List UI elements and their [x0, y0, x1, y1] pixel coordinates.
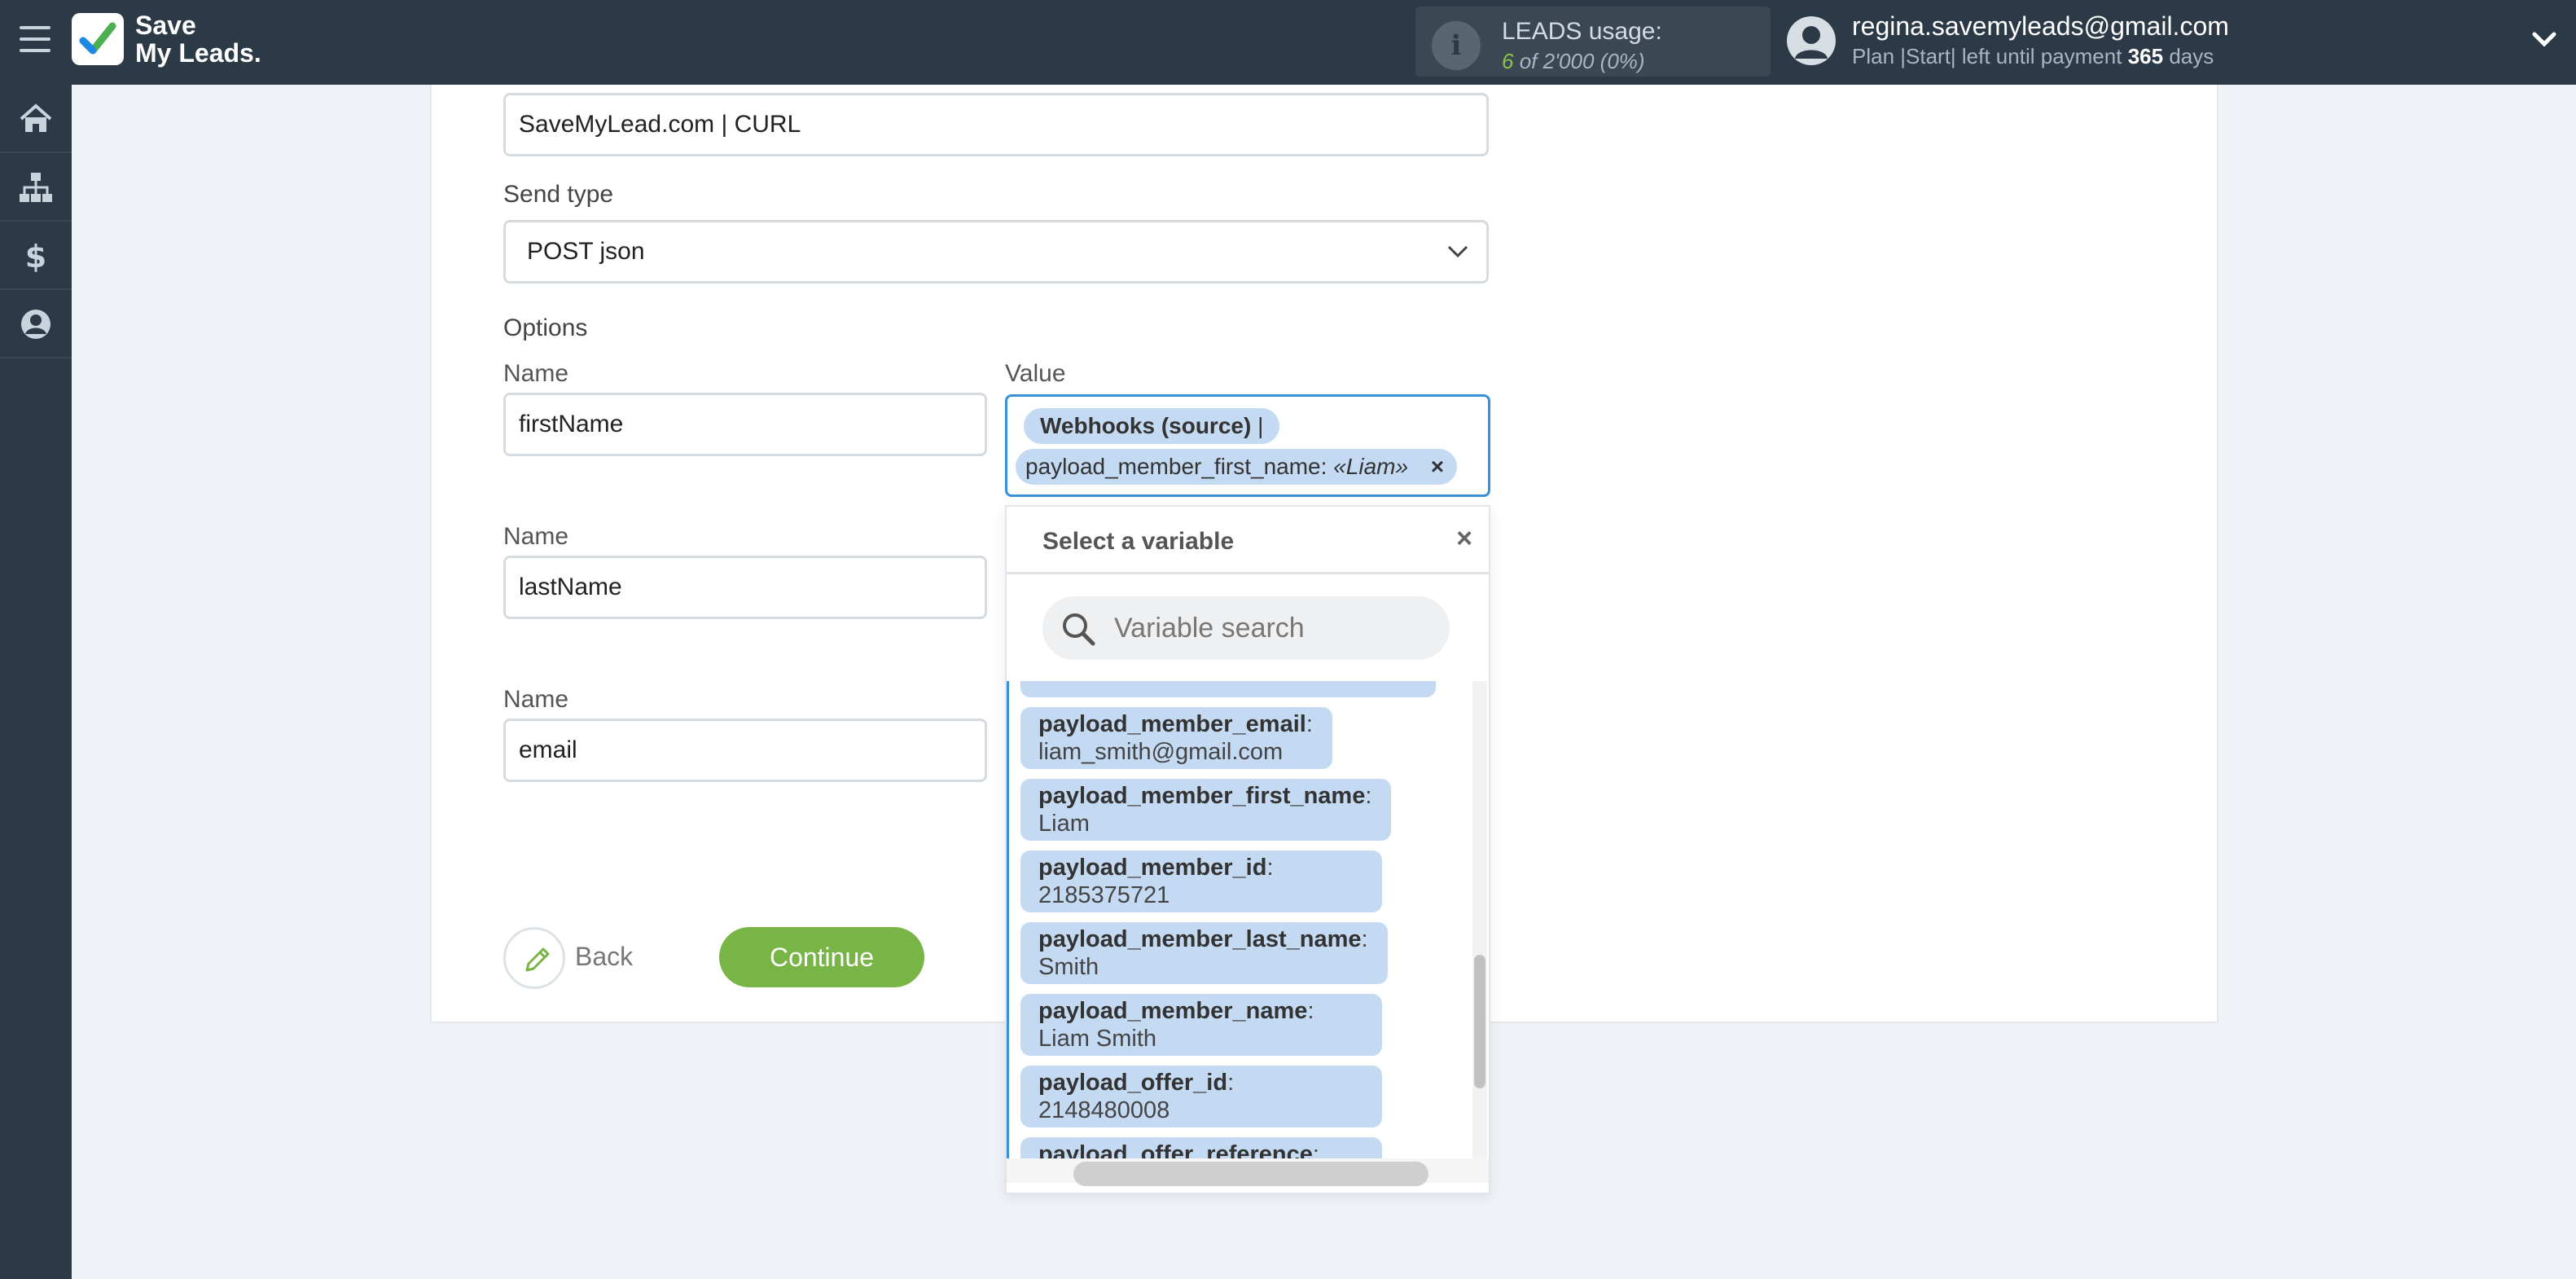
leads-usage-panel: i LEADS usage: 6 of 2'000 (0%) — [1415, 7, 1771, 77]
usage-of: of 2'000 — [1519, 49, 1595, 73]
logo-text[interactable]: Save My Leads. — [135, 11, 261, 67]
option-name-input[interactable]: email — [503, 719, 987, 782]
send-type-value: POST json — [527, 238, 645, 265]
variable-value: Liam Smith — [1038, 1026, 1157, 1052]
list-item[interactable]: payload_member_last_name: Smith — [1020, 922, 1388, 984]
plan-days-unit: days — [2169, 44, 2214, 68]
variable-key: payload_member_email — [1038, 711, 1306, 737]
send-type-select[interactable]: POST json — [503, 220, 1489, 283]
list-item[interactable]: payload_member_id: 2185375721 — [1020, 850, 1382, 912]
user-email[interactable]: regina.savemyleads@gmail.com — [1852, 11, 2229, 42]
variable-value: Liam — [1038, 811, 1090, 837]
back-label[interactable]: Back — [575, 942, 633, 972]
logo-line-2: My Leads. — [135, 38, 261, 68]
avatar-icon[interactable] — [1787, 16, 1836, 65]
value-tag-field-text: payload_member_first_name: — [1025, 454, 1327, 479]
menu-icon[interactable] — [20, 26, 50, 52]
variable-key: payload_offer_id — [1038, 1070, 1228, 1096]
usage-percent: (0%) — [1600, 49, 1645, 73]
option-name-input[interactable]: lastName — [503, 556, 987, 619]
list-item[interactable]: payload_offer_reference: — [1020, 1137, 1382, 1158]
close-icon[interactable]: × — [1456, 523, 1472, 555]
variable-value: 2185375721 — [1038, 882, 1170, 908]
connection-title-input[interactable]: SaveMyLead.com | CURL — [503, 93, 1489, 156]
name-label: Name — [503, 686, 569, 713]
send-type-label: Send type — [503, 181, 614, 208]
account-icon — [21, 310, 50, 339]
options-label: Options — [503, 314, 588, 341]
top-bar: Save My Leads. i LEADS usage: 6 of 2'000… — [0, 0, 2576, 85]
variable-search-input[interactable] — [1114, 596, 1440, 660]
value-tag-separator: | — [1257, 413, 1264, 438]
variable-value: liam_smith@gmail.com — [1038, 739, 1284, 765]
sidebar-item-home[interactable] — [0, 85, 72, 153]
variable-key: payload_member_id — [1038, 855, 1267, 881]
list-item[interactable]: payload_offer_id: 2148480008 — [1020, 1066, 1382, 1127]
variable-value: 2148480008 — [1038, 1097, 1170, 1123]
variable-key: payload_offer_reference — [1038, 1141, 1313, 1158]
chevron-down-icon — [1447, 245, 1468, 258]
search-icon — [1063, 613, 1095, 646]
value-tag-field: payload_member_first_name: «Liam» × — [1016, 449, 1458, 485]
sidebar-item-connections[interactable] — [0, 153, 72, 222]
plan-days: 365 — [2127, 44, 2164, 68]
logo-icon[interactable] — [72, 13, 124, 65]
divider — [1007, 572, 1489, 574]
option-name-input[interactable]: firstName — [503, 393, 987, 456]
value-tag-sample: «Liam» — [1333, 454, 1409, 479]
value-tag-source: Webhooks (source) | — [1024, 408, 1280, 444]
info-icon: i — [1432, 21, 1481, 70]
list-item[interactable]: payload_member_name: Liam Smith — [1020, 994, 1382, 1056]
value-label: Value — [1005, 360, 1066, 387]
chevron-down-icon[interactable] — [2528, 28, 2561, 52]
list-item[interactable]: 14700000000 — [1020, 681, 1436, 697]
sidebar: $ — [0, 85, 72, 1279]
dropdown-title: Select a variable — [1042, 528, 1235, 555]
variable-list: 14700000000 payload_member_email: liam_s… — [1007, 681, 1481, 1158]
name-label: Name — [503, 523, 569, 550]
logo-line-1: Save — [135, 11, 196, 40]
usage-used: 6 — [1502, 49, 1514, 73]
pencil-icon — [525, 947, 550, 972]
svg-text:$: $ — [25, 240, 46, 272]
value-tag-source-text: Webhooks (source) — [1040, 413, 1252, 438]
list-item[interactable]: payload_member_first_name: Liam — [1020, 779, 1392, 841]
back-button[interactable] — [503, 927, 565, 989]
usage-title: LEADS usage: — [1502, 18, 1662, 45]
list-item[interactable]: payload_member_email: liam_smith@gmail.c… — [1020, 707, 1332, 769]
variable-key: payload_member_last_name — [1038, 926, 1362, 952]
variable-key: payload_member_name — [1038, 998, 1308, 1024]
plan-text: Plan |Start| left until payment — [1852, 44, 2122, 68]
remove-tag-icon[interactable]: × — [1431, 449, 1444, 485]
home-icon — [20, 103, 52, 132]
variable-search — [1042, 596, 1450, 660]
variable-value: 14700000000 — [1038, 681, 1183, 684]
continue-button[interactable]: Continue — [719, 927, 924, 987]
sidebar-item-account[interactable] — [0, 290, 72, 358]
variable-dropdown: Select a variable × 14700000000 payload_… — [1005, 505, 1490, 1194]
variable-key: payload_member_first_name — [1038, 783, 1366, 809]
sidebar-item-billing[interactable]: $ — [0, 222, 72, 290]
sitemap-icon — [20, 173, 52, 202]
dollar-icon: $ — [25, 240, 46, 272]
usage-value: 6 of 2'000 (0%) — [1502, 49, 1645, 74]
variable-value: Smith — [1038, 954, 1099, 980]
option-value-field[interactable]: Webhooks (source) | payload_member_first… — [1005, 394, 1490, 497]
vertical-scrollbar-thumb[interactable] — [1474, 955, 1485, 1088]
name-label: Name — [503, 360, 569, 387]
horizontal-scrollbar-thumb[interactable] — [1073, 1162, 1428, 1186]
plan-info: Plan |Start| left until payment 365 days — [1852, 44, 2214, 69]
